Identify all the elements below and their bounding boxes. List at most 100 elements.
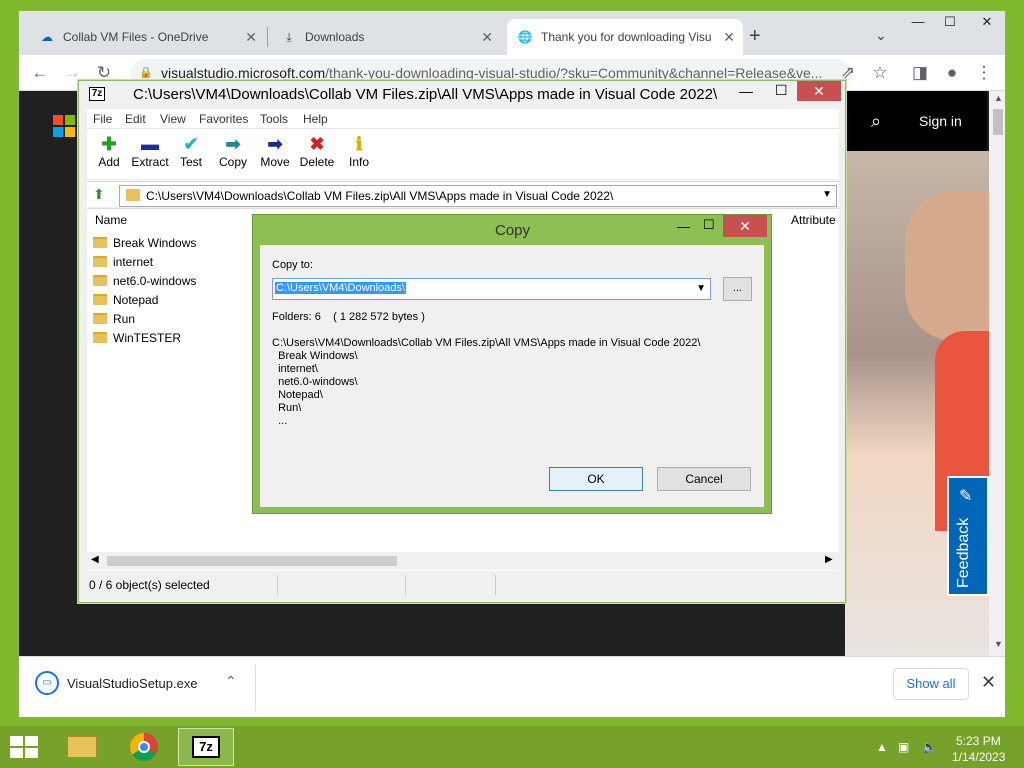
download-bar: ▭ VisualStudioSetup.exe ⌃ Show all ✕ xyxy=(19,656,1005,717)
maximize-button[interactable]: ☐ xyxy=(775,82,788,99)
tab-visual-studio[interactable]: 🌐 Thank you for downloading Visu ✕ xyxy=(507,19,743,55)
menu-view[interactable]: View xyxy=(160,112,186,126)
minimize-button[interactable]: — xyxy=(739,83,753,99)
title-bar[interactable]: 7z C:\Users\VM4\Downloads\Collab VM File… xyxy=(79,81,845,107)
browse-button[interactable]: ... xyxy=(723,277,752,301)
folder-icon xyxy=(93,294,107,305)
list-item[interactable]: Break Windows xyxy=(93,233,196,252)
list-item[interactable]: Notepad xyxy=(93,290,158,309)
divider xyxy=(495,575,496,595)
chevron-down-icon[interactable]: ⌄ xyxy=(875,27,887,44)
minimize-button[interactable]: — xyxy=(677,219,690,234)
close-icon[interactable]: ✕ xyxy=(723,29,735,46)
button-label: Info xyxy=(348,155,369,169)
tab-onedrive[interactable]: ☁ Collab VM Files - OneDrive ✕ xyxy=(29,19,265,55)
profile-icon[interactable]: ● xyxy=(941,63,963,83)
windows-start-icon[interactable] xyxy=(10,736,38,758)
feedback-button[interactable]: ✎ Feedback xyxy=(947,476,989,596)
copy-button[interactable]: ➡ Copy xyxy=(211,133,255,169)
download-icon: ⤓ xyxy=(286,29,292,44)
microsoft-logo[interactable] xyxy=(53,115,75,137)
show-all-button[interactable]: Show all xyxy=(893,668,969,700)
move-button[interactable]: ➡ Move xyxy=(253,133,297,169)
copy-dialog: Copy — ☐ ✕ Copy to: C:\Users\VM4\Downloa… xyxy=(252,214,772,514)
folders-info: Folders: 6 ( 1 282 572 bytes ) xyxy=(272,311,425,323)
item-label: Notepad xyxy=(113,292,159,307)
test-icon: ✔ xyxy=(183,134,199,154)
close-icon[interactable]: ✕ xyxy=(481,29,493,46)
list-item[interactable]: net6.0-windows xyxy=(93,271,196,290)
cancel-button[interactable]: Cancel xyxy=(657,467,751,491)
tab-downloads[interactable]: ⤓ Downloads ✕ xyxy=(271,19,501,55)
column-header-attributes[interactable]: Attribute xyxy=(791,213,836,227)
path-combobox[interactable]: C:\Users\VM4\Downloads\Collab VM Files.z… xyxy=(119,185,837,207)
delete-button[interactable]: ✖ Delete xyxy=(295,133,339,169)
close-button[interactable]: ✕ xyxy=(723,215,767,237)
chevron-up-icon[interactable]: ▲ xyxy=(876,740,888,754)
horizontal-scrollbar[interactable]: ◀ ▶ xyxy=(87,552,839,570)
back-icon[interactable]: ← xyxy=(29,63,51,83)
menu-edit[interactable]: Edit xyxy=(125,112,146,126)
move-icon: ➡ xyxy=(267,134,283,154)
menu-help[interactable]: Help xyxy=(303,112,328,126)
star-icon[interactable]: ☆ xyxy=(869,63,891,83)
address-row: ⬆ C:\Users\VM4\Downloads\Collab VM Files… xyxy=(87,181,839,207)
add-button[interactable]: ✚ Add xyxy=(87,133,131,169)
page-scrollbar[interactable]: ▲ ▼ xyxy=(989,91,1005,656)
scrollbar-thumb[interactable] xyxy=(993,109,1003,135)
scroll-left-icon[interactable]: ◀ xyxy=(91,554,99,565)
volume-icon[interactable]: 🔈 xyxy=(922,740,937,754)
lock-icon[interactable]: 🔒 xyxy=(139,66,153,79)
scroll-right-icon[interactable]: ▶ xyxy=(825,554,833,565)
tab-label: Thank you for downloading Visu xyxy=(541,30,712,44)
chevron-down-icon[interactable]: ▼ xyxy=(822,189,832,200)
maximize-button[interactable]: ☐ xyxy=(933,11,967,33)
menu-file[interactable]: File xyxy=(93,112,112,126)
menu-tools[interactable]: Tools xyxy=(260,112,288,126)
info-button[interactable]: ℹ Info xyxy=(337,133,381,169)
tab-strip: ☁ Collab VM Files - OneDrive ✕ ⤓ Downloa… xyxy=(19,11,1005,55)
file-explorer-icon[interactable] xyxy=(54,728,110,766)
source-list: C:\Users\VM4\Downloads\Collab VM Files.z… xyxy=(272,337,701,427)
close-button[interactable]: ✕ xyxy=(797,81,841,101)
folder-up-icon[interactable]: ⬆ xyxy=(93,186,105,203)
scroll-up-icon[interactable]: ▲ xyxy=(994,93,1003,103)
path-value: C:\Users\VM4\Downloads\Collab VM Files.z… xyxy=(146,189,614,203)
sidebar-icon[interactable]: ◨ xyxy=(909,63,931,83)
network-icon[interactable]: ▣ xyxy=(898,740,909,754)
folder-icon xyxy=(126,189,140,201)
destination-combobox[interactable]: C:\Users\VM4\Downloads\ ▼ xyxy=(272,278,711,300)
search-icon[interactable]: ⌕ xyxy=(871,111,881,132)
chevron-up-icon[interactable]: ⌃ xyxy=(225,673,237,690)
button-label: Move xyxy=(260,155,290,169)
tab-divider xyxy=(267,27,268,47)
new-tab-button[interactable]: + xyxy=(749,25,761,48)
sevenzip-taskbar-icon[interactable]: 7z xyxy=(178,728,234,766)
extract-button[interactable]: ▬ Extract xyxy=(127,133,173,169)
list-item[interactable]: Run xyxy=(93,309,135,328)
list-item[interactable]: WinTESTER xyxy=(93,328,181,347)
folder-icon xyxy=(93,275,107,286)
ok-button[interactable]: OK xyxy=(549,467,643,491)
column-header-name[interactable]: Name xyxy=(95,213,127,227)
add-icon: ✚ xyxy=(101,134,117,154)
close-icon[interactable]: ✕ xyxy=(245,29,257,46)
sign-in-link[interactable]: Sign in xyxy=(919,113,962,129)
clock-date[interactable]: 1/14/2023 xyxy=(952,750,1005,764)
close-window-button[interactable]: ✕ xyxy=(967,11,1005,33)
menu-icon[interactable]: ⋮ xyxy=(973,63,995,83)
test-button[interactable]: ✔ Test xyxy=(169,133,213,169)
destination-value: C:\Users\VM4\Downloads\ xyxy=(275,282,406,294)
close-icon[interactable]: ✕ xyxy=(981,672,996,693)
scrollbar-thumb[interactable] xyxy=(107,556,397,566)
download-filename[interactable]: VisualStudioSetup.exe xyxy=(67,676,198,691)
dialog-title-bar[interactable]: Copy — ☐ ✕ xyxy=(253,215,771,245)
chrome-icon[interactable] xyxy=(116,728,172,766)
scroll-down-icon[interactable]: ▼ xyxy=(994,639,1003,649)
list-item[interactable]: internet xyxy=(93,252,153,271)
minimize-button[interactable]: — xyxy=(901,11,935,33)
clock-time[interactable]: 5:23 PM xyxy=(956,734,1001,748)
chevron-down-icon[interactable]: ▼ xyxy=(696,283,706,294)
menu-favorites[interactable]: Favorites xyxy=(199,112,248,126)
maximize-button[interactable]: ☐ xyxy=(703,217,715,233)
